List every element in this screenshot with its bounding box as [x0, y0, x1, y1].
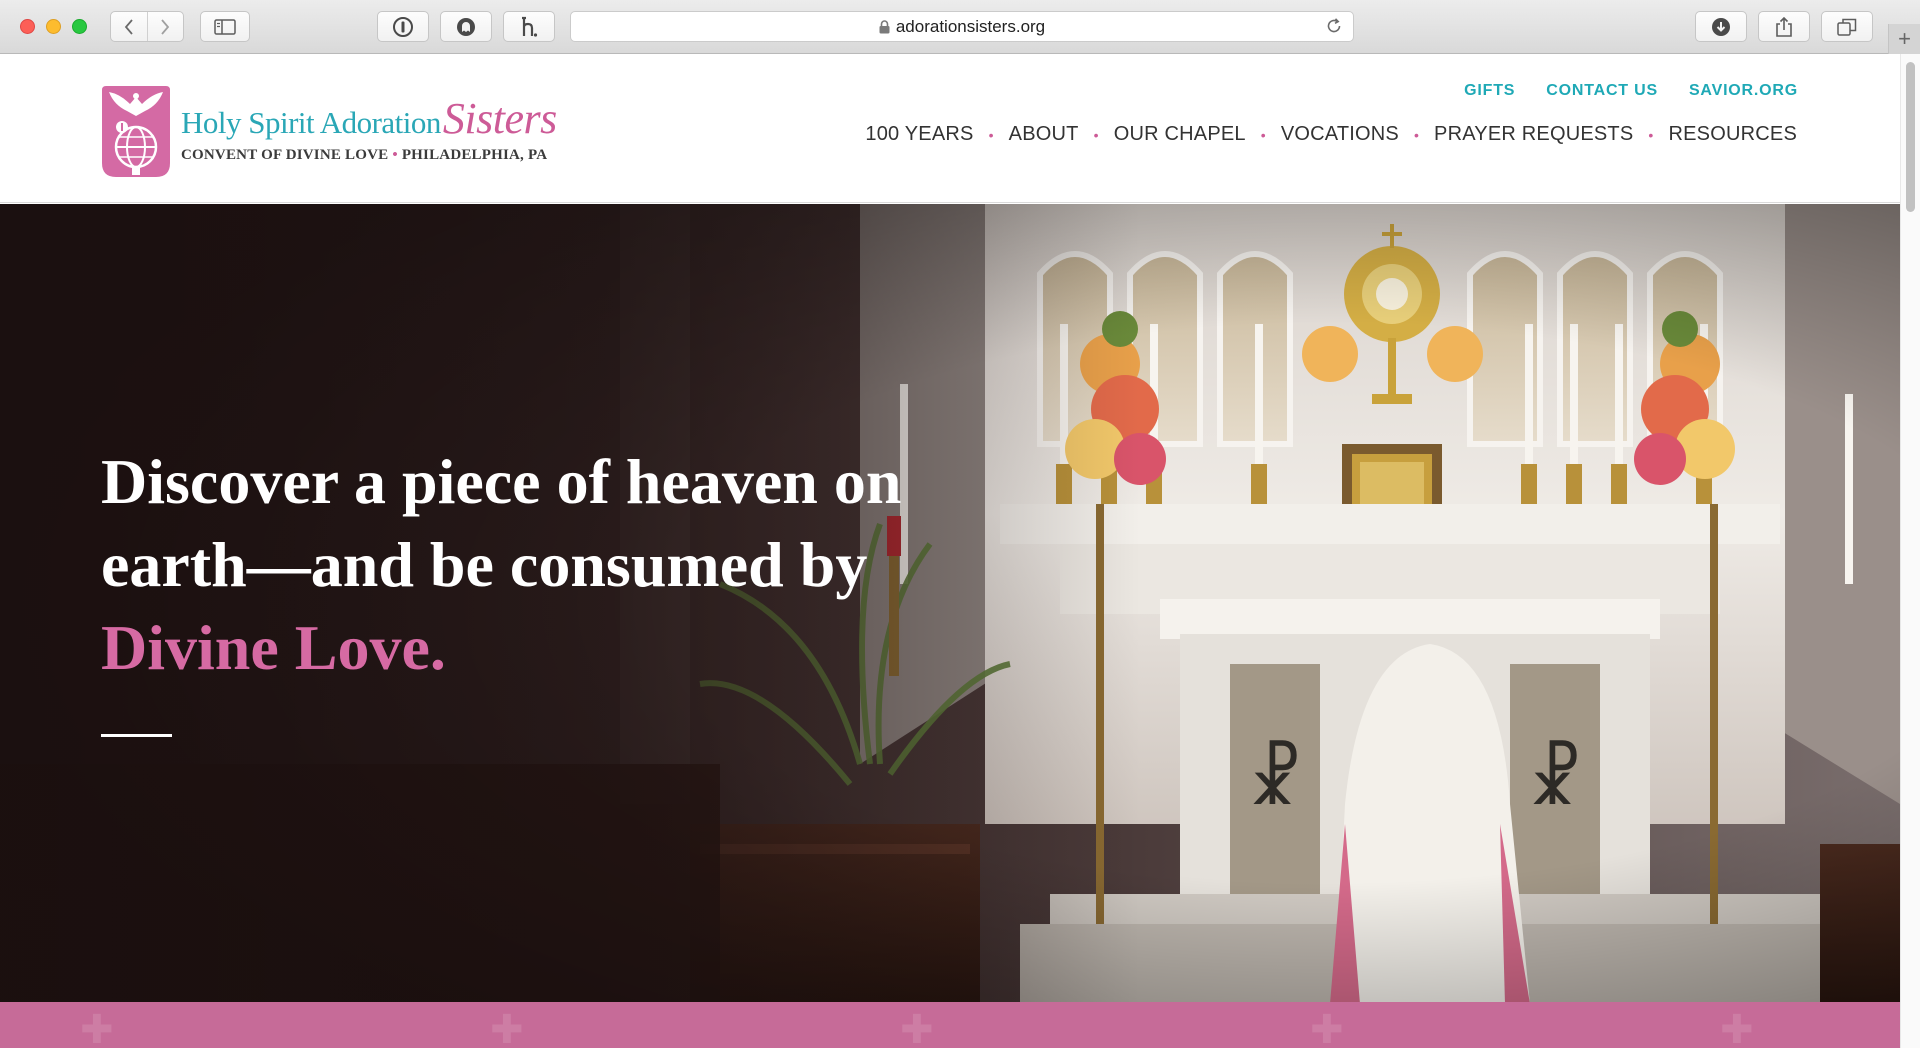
page-scrollbar[interactable]	[1900, 54, 1920, 1048]
nav-vocations[interactable]: VOCATIONS	[1281, 123, 1399, 146]
nav-savior-org[interactable]: SAVIOR.ORG	[1689, 82, 1798, 100]
hypothesis-icon	[522, 16, 538, 37]
hero-divider	[101, 734, 172, 737]
minimize-window-button[interactable]	[46, 19, 61, 34]
cross-watermark-icon: ✚	[80, 1008, 114, 1048]
sidebar-button[interactable]	[200, 11, 250, 42]
hypothesis-extension-button[interactable]	[503, 11, 555, 42]
hero-line-2: earth—and be consumed by	[101, 529, 868, 600]
main-nav: 100 YEARS • ABOUT • OUR CHAPEL • VOCATIO…	[865, 123, 1797, 146]
nav-resources[interactable]: RESOURCES	[1669, 123, 1798, 146]
hero-accent: Divine Love.	[101, 612, 446, 683]
nav-about[interactable]: ABOUT	[1009, 123, 1079, 146]
plus-icon: +	[1898, 26, 1911, 51]
tabs-icon	[1837, 18, 1857, 36]
site-header: Holy Spirit AdorationSisters CONVENT OF …	[0, 54, 1900, 203]
cross-watermark-icon: ✚	[490, 1008, 524, 1048]
logo-tagline-convent: CONVENT OF DIVINE LOVE	[181, 147, 389, 163]
chevron-left-icon	[124, 18, 133, 35]
site-logo[interactable]: Holy Spirit AdorationSisters CONVENT OF …	[100, 83, 570, 183]
pink-section-band: ✚ ✚ ✚ ✚ ✚	[0, 1002, 1900, 1048]
dove-globe-logo-icon	[102, 86, 170, 177]
share-icon	[1776, 16, 1792, 37]
onepassword-icon	[393, 16, 413, 37]
zoom-window-button[interactable]	[72, 19, 87, 34]
hero-banner: ☧ ☧ Discover a piece of heaven on earth—…	[0, 204, 1900, 1002]
nav-separator: •	[1413, 126, 1420, 143]
share-button[interactable]	[1758, 11, 1810, 42]
browser-toolbar: adorationsisters.org +	[0, 0, 1920, 54]
ghost-icon	[457, 17, 475, 36]
logo-tagline: CONVENT OF DIVINE LOVE • PHILADELPHIA, PA	[181, 147, 547, 164]
downloads-button[interactable]	[1695, 11, 1747, 42]
chevron-right-icon	[161, 18, 170, 35]
nav-gifts[interactable]: GIFTS	[1464, 82, 1515, 100]
cross-watermark-icon: ✚	[1310, 1008, 1344, 1048]
logo-name-script: Sisters	[442, 94, 557, 143]
download-icon	[1712, 17, 1730, 36]
nav-separator: •	[1648, 126, 1654, 143]
nav-our-chapel[interactable]: OUR CHAPEL	[1114, 123, 1246, 146]
tab-overview-button[interactable]	[1821, 11, 1873, 42]
back-button[interactable]	[111, 12, 147, 41]
utility-nav: GIFTS CONTACT US SAVIOR.ORG	[1464, 82, 1798, 100]
history-nav	[110, 11, 184, 42]
nav-100-years[interactable]: 100 YEARS	[865, 123, 973, 146]
forward-button[interactable]	[146, 12, 184, 41]
close-window-button[interactable]	[20, 19, 35, 34]
logo-tagline-location: PHILADELPHIA, PA	[401, 147, 548, 163]
address-bar[interactable]: adorationsisters.org	[570, 11, 1354, 42]
scrollbar-thumb[interactable]	[1906, 62, 1915, 212]
nav-prayer-requests[interactable]: PRAYER REQUESTS	[1434, 123, 1633, 146]
nav-separator: •	[988, 126, 994, 143]
cross-watermark-icon: ✚	[1720, 1008, 1754, 1048]
cross-watermark-icon: ✚	[900, 1008, 934, 1048]
logo-name-main: Holy Spirit Adoration	[181, 105, 441, 140]
hero-headline: Discover a piece of heaven on earth—and …	[101, 440, 981, 689]
new-tab-button[interactable]: +	[1888, 24, 1920, 54]
logo-wordmark: Holy Spirit AdorationSisters	[181, 93, 557, 144]
nav-separator: •	[1093, 126, 1099, 143]
nav-contact-us[interactable]: CONTACT US	[1546, 82, 1658, 100]
password-extension-button[interactable]	[377, 11, 429, 42]
reload-icon[interactable]	[1325, 17, 1343, 35]
sidebar-icon	[214, 18, 236, 35]
hero-line-1: Discover a piece of heaven on	[101, 446, 902, 517]
url-text: adorationsisters.org	[895, 16, 1046, 36]
nav-separator: •	[1260, 126, 1266, 143]
tagline-bullet: •	[392, 147, 398, 163]
ghostery-extension-button[interactable]	[440, 11, 492, 42]
lock-icon	[879, 19, 890, 34]
